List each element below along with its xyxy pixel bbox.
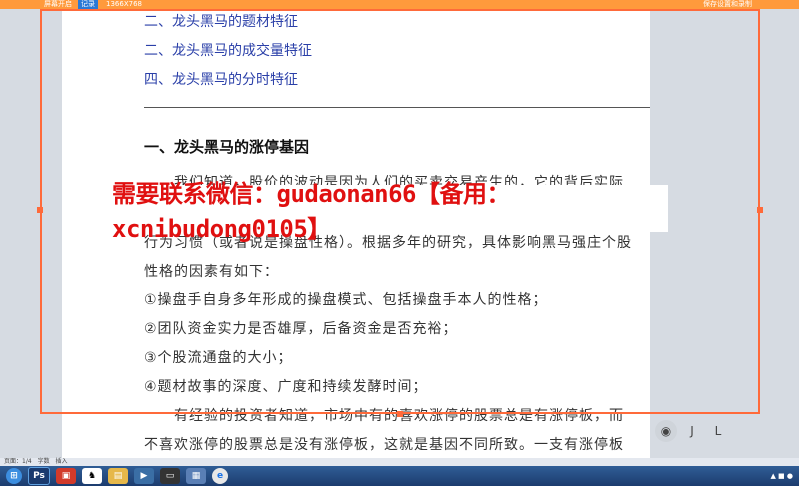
status-bar: 页面：1/4 字数 插入 xyxy=(0,458,799,466)
player-icon[interactable]: ▶ xyxy=(134,468,154,484)
banner-text: 需要联系微信：gudaonan66【备用：xcnibudong0105】 xyxy=(112,179,511,243)
page-info: 页面：1/4 xyxy=(4,458,32,465)
app-icon[interactable]: ▣ xyxy=(56,468,76,484)
horse-icon[interactable]: ♞ xyxy=(82,468,102,484)
taskbar: ⊞ Ps ▣ ♞ ▤ ▶ ▭ ▦ e ▲ ■ ● xyxy=(0,466,799,486)
paragraph-line: 不喜欢涨停的股票总是没有涨停板，这就是基因不同所致。一支有涨停板 xyxy=(144,437,624,453)
browser-icon[interactable]: e xyxy=(212,468,228,484)
camera-icon[interactable]: ◉ xyxy=(655,420,677,442)
frame-handle[interactable] xyxy=(757,207,763,213)
video-icon[interactable]: ▭ xyxy=(160,468,180,484)
recorder-label: 屏幕开启 xyxy=(44,0,72,8)
watermark-banner: 需要联系微信：gudaonan66【备用：xcnibudong0105】 xyxy=(112,180,668,243)
control-j[interactable]: J xyxy=(681,420,703,442)
system-tray[interactable]: ▲ ■ ● xyxy=(770,472,793,480)
frame-handle[interactable] xyxy=(397,411,403,417)
app2-icon[interactable]: ▦ xyxy=(186,468,206,484)
control-l[interactable]: L xyxy=(707,420,729,442)
frame-handle[interactable] xyxy=(37,207,43,213)
recorder-resolution: 1366X768 xyxy=(106,0,142,8)
recorder-save[interactable]: 保存设置和录制 xyxy=(703,0,752,9)
insert-mode[interactable]: 插入 xyxy=(56,458,68,465)
recorder-toolbar[interactable]: 屏幕开启 记录 1366X768 保存设置和录制 xyxy=(0,0,799,9)
photoshop-icon[interactable]: Ps xyxy=(28,467,50,485)
start-icon[interactable]: ⊞ xyxy=(6,468,22,484)
folder-icon[interactable]: ▤ xyxy=(108,468,128,484)
recorder-mode[interactable]: 记录 xyxy=(78,0,98,9)
word-count: 字数 xyxy=(37,458,50,465)
